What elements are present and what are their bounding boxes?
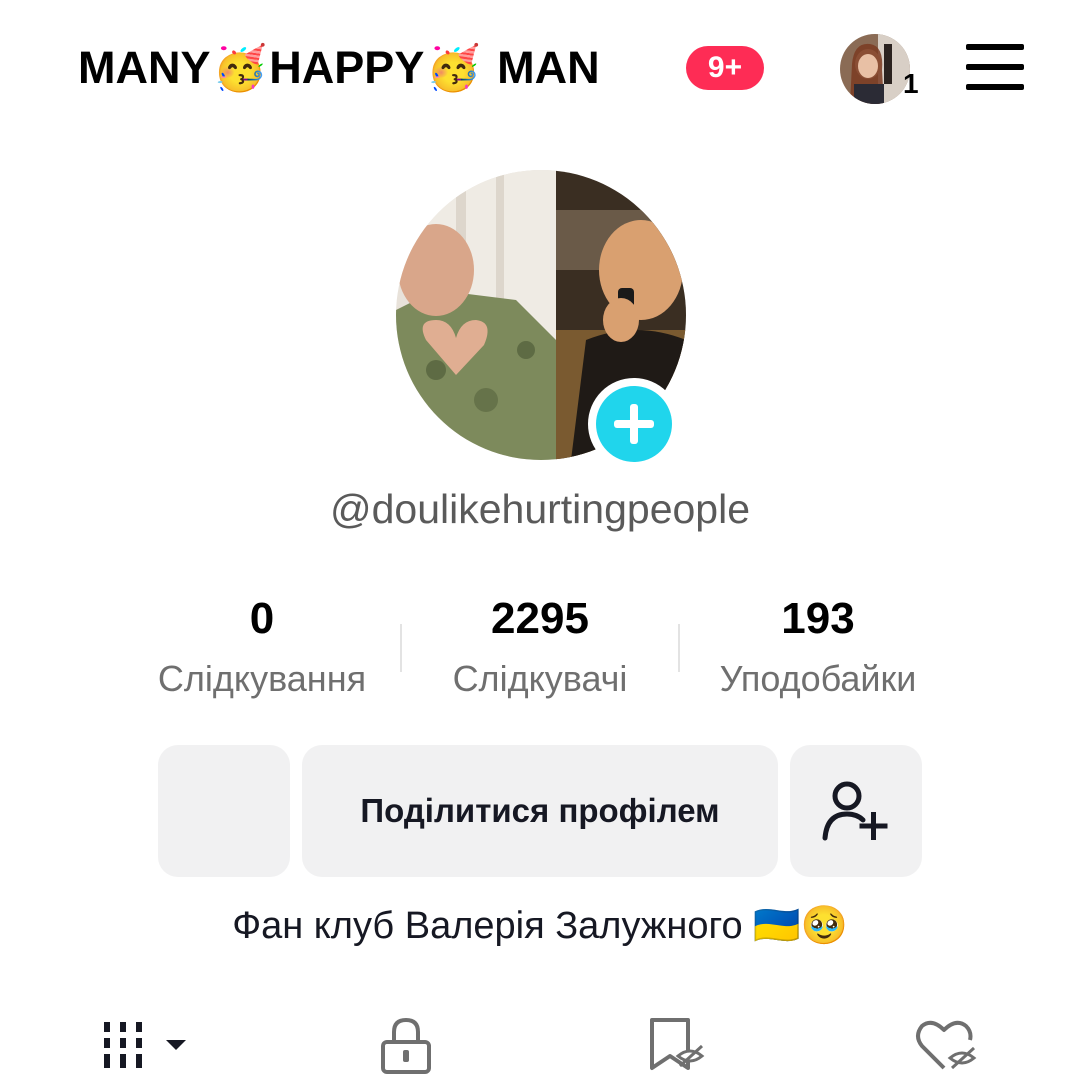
party-face-emoji-icon: 🥳 [426,43,482,94]
stat-value: 2295 [491,594,589,643]
tab-saved[interactable] [644,1016,710,1076]
stat-label: Слідкувачі [452,658,628,699]
heart-hidden-icon [916,1020,977,1070]
videos-grid-icon [104,1022,186,1068]
stat-label: Слідкування [157,658,367,699]
stat-followers[interactable]: 2295 Слідкувачі [390,594,690,700]
stat-following[interactable]: 0 Слідкування [112,594,412,700]
title-word-2: HAPPY [269,42,425,93]
stat-value: 0 [249,594,275,643]
lock-icon [381,1017,431,1074]
bookmark-hidden-icon [650,1018,705,1070]
title-word-3: MAN [497,42,600,93]
add-profile-photo-button[interactable] [588,378,680,470]
stat-value: 193 [781,594,855,643]
account-switch-avatar[interactable] [840,34,910,104]
account-count: 1 [903,68,919,99]
notification-badge[interactable]: 9+ [686,46,764,90]
stat-label: Уподобайки [719,658,917,699]
profile-bio: Фан клуб Валерія Залужного 🇺🇦🥹 [232,905,848,947]
tab-liked[interactable] [914,1016,980,1076]
title-word-1: MANY [78,42,211,93]
stat-likes[interactable]: 193 Уподобайки [668,594,968,700]
menu-icon[interactable] [966,44,1024,92]
profile-header-title: MANY 🥳 HAPPY 🥳 MAN [78,40,600,96]
party-face-emoji-icon: 🥳 [212,43,268,94]
tab-private[interactable] [376,1016,436,1076]
add-user-icon [822,781,888,841]
plus-icon [614,404,654,444]
add-friends-button[interactable] [790,745,922,877]
tab-videos[interactable] [100,1016,190,1076]
profile-handle: @doulikehurtingpeople [329,486,751,532]
share-profile-button[interactable]: Поділитися профілем [302,745,778,877]
edit-profile-button[interactable] [158,745,290,877]
